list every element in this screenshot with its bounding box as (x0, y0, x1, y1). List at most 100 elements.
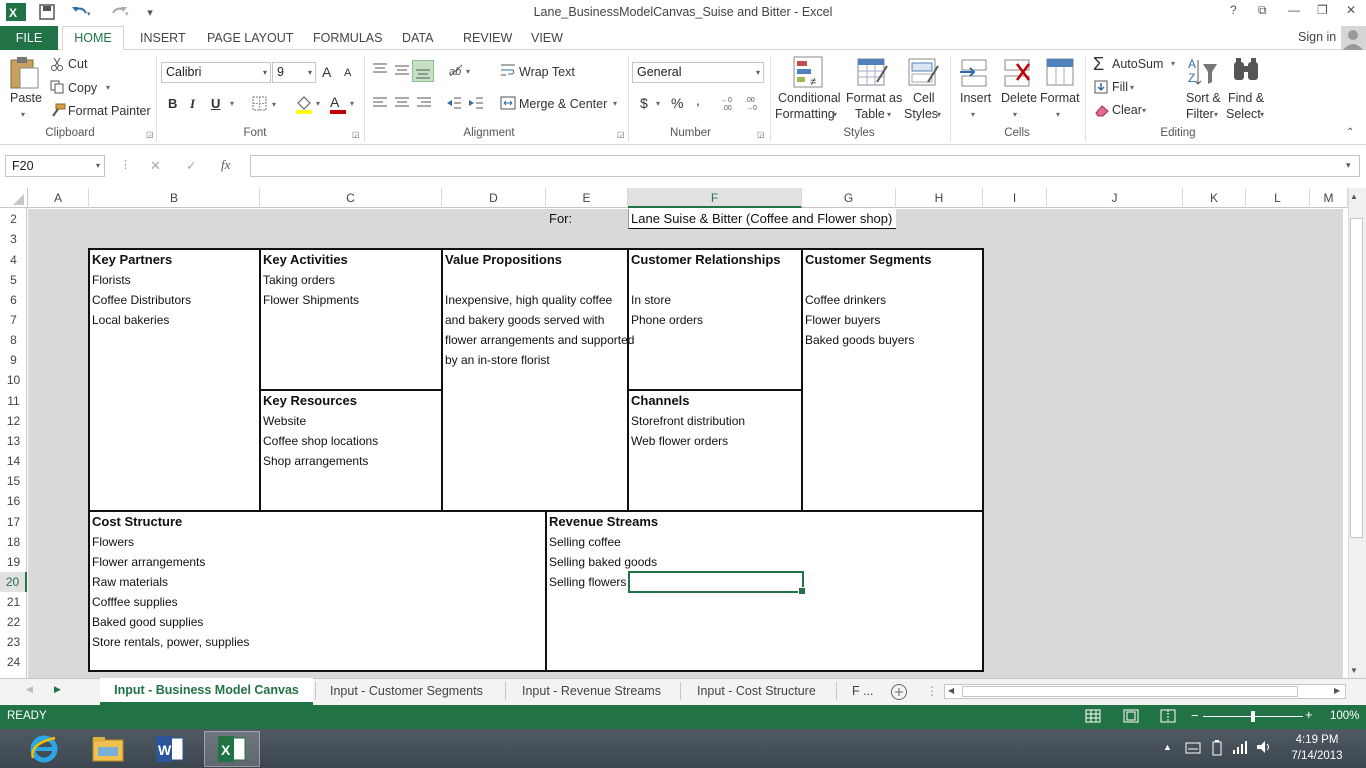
clear-eraser-icon[interactable] (1094, 103, 1110, 117)
key-partners-item[interactable]: Local bakeries (92, 313, 169, 327)
fill-dropdown-icon[interactable]: ▾ (1130, 83, 1134, 92)
currency-dropdown-icon[interactable]: ▾ (656, 99, 660, 108)
tab-data[interactable]: DATA (402, 31, 433, 45)
tab-scroll-right-icon[interactable]: ▶ (54, 684, 61, 695)
tab-file[interactable]: FILE (0, 26, 58, 50)
value-propositions-line[interactable]: by an in-store florist (445, 353, 550, 367)
merge-center-button[interactable]: Merge & Center (519, 97, 607, 111)
row-header[interactable]: 19 (0, 552, 27, 572)
key-resources-item[interactable]: Shop arrangements (263, 454, 368, 468)
find-select-button[interactable]: Find & (1228, 91, 1264, 105)
avatar[interactable] (1341, 26, 1366, 50)
cancel-entry-button[interactable]: ✕ (150, 158, 161, 174)
tab-scroll-left-icon[interactable]: ◀ (26, 684, 33, 695)
help-button[interactable]: ? (1230, 3, 1237, 17)
row-header[interactable]: 22 (0, 612, 27, 632)
scroll-up-icon[interactable]: ▲ (1350, 192, 1358, 201)
customer-relationships-title[interactable]: Customer Relationships (631, 252, 781, 267)
restore-button[interactable]: ❐ (1317, 3, 1328, 17)
cost-structure-item[interactable]: Cofffee supplies (92, 595, 178, 609)
key-resources-item[interactable]: Website (263, 414, 306, 428)
channels-item[interactable]: Storefront distribution (631, 414, 745, 428)
clear-dropdown-icon[interactable]: ▾ (1142, 106, 1146, 115)
cost-structure-item[interactable]: Flower arrangements (92, 555, 205, 569)
row-header[interactable]: 4 (0, 250, 27, 270)
customer-segments-item[interactable]: Flower buyers (805, 313, 880, 327)
decrease-decimal-icon[interactable]: .00 →0 (744, 94, 764, 112)
tab-insert[interactable]: INSERT (140, 31, 186, 45)
conditional-formatting-icon[interactable]: ≠ (793, 56, 825, 90)
for-value[interactable]: Lane Suise & Bitter (Coffee and Flower s… (631, 211, 892, 226)
revenue-streams-item[interactable]: Selling baked goods (549, 555, 657, 569)
zoom-level[interactable]: 100% (1330, 710, 1359, 722)
row-header[interactable]: 7 (0, 310, 27, 330)
format-cells-dropdown-icon[interactable]: ▾ (1056, 110, 1060, 119)
tab-home[interactable]: HOME (62, 26, 124, 51)
cost-structure-item[interactable]: Store rentals, power, supplies (92, 635, 249, 649)
paste-button[interactable]: Paste (10, 91, 42, 105)
customer-segments-item[interactable]: Coffee drinkers (805, 293, 886, 307)
sheet-tab-more[interactable]: F ... (852, 684, 874, 698)
insert-cells-button[interactable]: Insert (960, 91, 991, 105)
cost-structure-title[interactable]: Cost Structure (92, 514, 182, 529)
number-format-combo[interactable]: General ▾ (632, 62, 764, 83)
font-size-combo[interactable]: 9 ▾ (272, 62, 316, 83)
alignment-launcher-icon[interactable]: ◲ (617, 130, 625, 139)
revenue-streams-item[interactable]: Selling flowers (549, 575, 626, 589)
row-header[interactable]: 8 (0, 330, 27, 350)
sort-filter-icon[interactable]: AZ (1187, 56, 1219, 90)
merge-center-icon[interactable] (500, 96, 516, 110)
value-propositions-line[interactable]: and bakery goods served with (445, 313, 604, 327)
format-as-table-dropdown-icon[interactable]: ▾ (887, 110, 891, 119)
row-header[interactable]: 13 (0, 431, 27, 451)
shrink-font-button[interactable]: A (344, 67, 351, 79)
cell-styles-label2[interactable]: Styles (904, 107, 938, 121)
zoom-out-button[interactable]: − (1191, 708, 1199, 723)
column-header-g[interactable]: G (802, 188, 896, 208)
network-icon[interactable] (1232, 740, 1248, 754)
find-select-icon[interactable] (1231, 56, 1263, 90)
find-select-dropdown-icon[interactable]: ▾ (1260, 110, 1264, 119)
row-header[interactable]: 18 (0, 532, 27, 552)
column-header-f[interactable]: F (628, 188, 802, 208)
cell-styles-button[interactable]: Cell (913, 91, 935, 105)
ribbon-display-button[interactable]: ⧉ (1258, 3, 1267, 18)
revenue-streams-title[interactable]: Revenue Streams (549, 514, 658, 529)
revenue-streams-item[interactable]: Selling coffee (549, 535, 621, 549)
tab-view[interactable]: VIEW (531, 31, 563, 45)
format-painter-button[interactable]: Format Painter (68, 104, 151, 118)
close-button[interactable]: ✕ (1346, 3, 1356, 17)
find-select-label2[interactable]: Select (1226, 107, 1261, 121)
align-center-icon[interactable] (394, 96, 410, 110)
row-header[interactable]: 5 (0, 270, 27, 290)
page-layout-view-icon[interactable] (1123, 709, 1139, 723)
formula-input[interactable] (250, 155, 1360, 177)
row-header[interactable]: 6 (0, 290, 27, 310)
row-header-selected[interactable]: 20 (0, 572, 27, 592)
key-partners-item[interactable]: Florists (92, 273, 131, 287)
expand-formula-bar-icon[interactable]: ▾ (1346, 160, 1351, 171)
row-header[interactable]: 11 (0, 391, 27, 411)
volume-icon[interactable] (1256, 740, 1272, 754)
comma-button[interactable]: , (696, 92, 700, 108)
conditional-dropdown-icon[interactable]: ▾ (833, 110, 837, 119)
row-header[interactable]: 21 (0, 592, 27, 612)
sign-in-link[interactable]: Sign in (1298, 30, 1336, 44)
paste-icon[interactable] (8, 56, 40, 90)
format-as-table-icon[interactable] (857, 56, 889, 90)
column-header-d[interactable]: D (442, 188, 546, 208)
conditional-formatting-label2[interactable]: Formatting (775, 107, 835, 121)
keyboard-icon[interactable] (1185, 742, 1201, 754)
cost-structure-item[interactable]: Raw materials (92, 575, 168, 589)
font-color-icon[interactable]: A ▾ (328, 94, 358, 114)
channels-title[interactable]: Channels (631, 393, 690, 408)
format-as-table-button[interactable]: Format as (846, 91, 902, 105)
copy-dropdown-icon[interactable]: ▾ (106, 83, 110, 92)
row-header[interactable]: 15 (0, 471, 27, 491)
excel-taskbar-icon[interactable]: X (204, 731, 260, 767)
cost-structure-item[interactable]: Baked good supplies (92, 615, 203, 629)
align-left-icon[interactable] (372, 96, 388, 110)
key-activities-item[interactable]: Flower Shipments (263, 293, 359, 307)
row-header[interactable]: 2 (0, 209, 27, 229)
sort-filter-button[interactable]: Sort & (1186, 91, 1221, 105)
